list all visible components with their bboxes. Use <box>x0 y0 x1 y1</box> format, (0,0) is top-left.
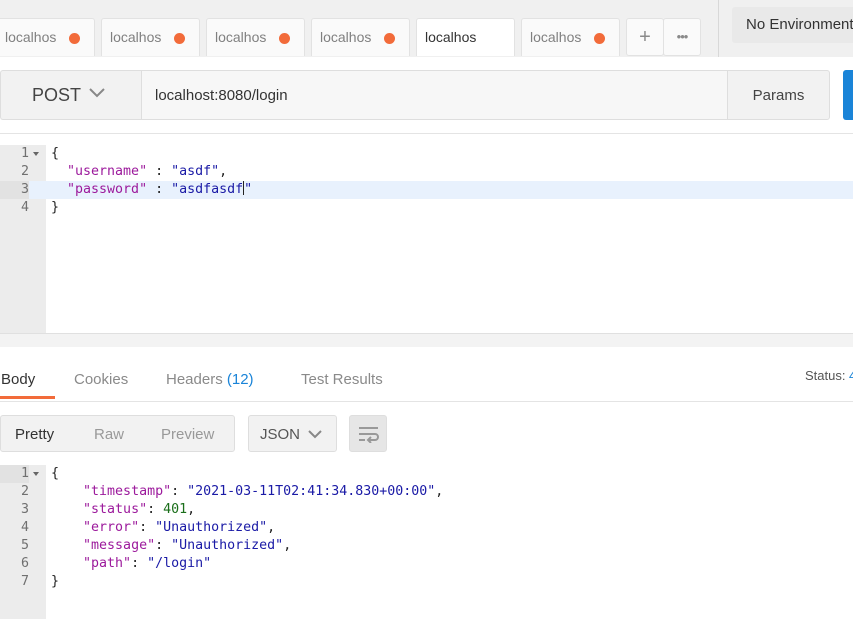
code-line-active: 3 "password" : "asdfasdf" <box>0 181 853 199</box>
pretty-button[interactable]: Pretty <box>15 426 54 443</box>
line-number: 1 <box>0 465 29 483</box>
request-tab-bar: localhos localhos localhos localhos loca… <box>0 0 853 57</box>
code-line: 5 "message": "Unauthorized", <box>0 537 853 555</box>
code-text: { <box>51 466 60 481</box>
tab-headers-label: Headers <box>166 371 223 388</box>
text-cursor <box>243 181 245 195</box>
code-line: 4 "error": "Unauthorized", <box>0 519 853 537</box>
code-text: { <box>51 146 60 161</box>
tab-test-results[interactable]: Test Results <box>301 371 383 388</box>
request-body-editor[interactable]: 1 { 2 "username" : "asdf", 3 "password" … <box>0 145 853 333</box>
request-tab[interactable]: localhos <box>101 18 200 56</box>
request-tab-label: localhos <box>530 29 582 45</box>
request-tab[interactable]: localhos <box>311 18 410 56</box>
code-line: 2 "timestamp": "2021-03-11T02:41:34.830+… <box>0 483 853 501</box>
fold-arrow-icon[interactable] <box>33 472 39 476</box>
fold-arrow-icon[interactable] <box>33 152 39 156</box>
request-tab-label: localhos <box>5 29 57 45</box>
response-view-group: Pretty Raw Preview <box>0 415 235 452</box>
code-text: "password" : "asdfasdf" <box>67 181 253 197</box>
unsaved-dot-icon <box>279 33 290 44</box>
code-text: "username" : "asdf", <box>67 164 228 179</box>
unsaved-dot-icon <box>594 33 605 44</box>
request-url-bar: POST localhost:8080/login Params <box>0 57 853 134</box>
unsaved-dot-icon <box>69 33 80 44</box>
line-number: 3 <box>0 181 29 199</box>
request-tab[interactable]: localhos <box>0 18 95 56</box>
pane-resize-divider[interactable] <box>0 333 853 347</box>
environment-selector[interactable]: No Environment <box>732 7 853 43</box>
chevron-down-icon <box>308 430 322 439</box>
format-dropdown[interactable]: JSON <box>248 415 337 452</box>
active-tab-indicator <box>0 396 55 399</box>
line-number: 7 <box>20 574 29 589</box>
unsaved-dot-icon <box>384 33 395 44</box>
line-number: 4 <box>20 520 29 535</box>
tab-body[interactable]: Body <box>1 371 35 388</box>
request-tab-active[interactable]: localhos <box>416 18 515 56</box>
send-button[interactable] <box>843 70 853 120</box>
method-dropdown[interactable]: POST <box>0 70 141 120</box>
line-number: 2 <box>20 164 29 179</box>
line-number: 3 <box>20 502 29 517</box>
preview-button[interactable]: Preview <box>161 426 214 443</box>
unsaved-dot-icon <box>174 33 185 44</box>
method-label: POST <box>32 85 82 105</box>
request-tab-label: localhos <box>320 29 372 45</box>
status-label: Status: <box>805 368 846 383</box>
code-line: 6 "path": "/login" <box>0 555 853 573</box>
headers-count-badge: (12) <box>226 371 254 388</box>
chevron-down-icon <box>89 88 105 98</box>
code-line: 4 } <box>0 199 853 217</box>
line-number: 1 <box>20 146 29 161</box>
wrap-lines-icon <box>359 427 379 443</box>
line-number: 4 <box>20 200 29 215</box>
more-tabs-ellipsis-icon[interactable]: ••• <box>663 18 701 56</box>
wrap-lines-button[interactable] <box>349 415 387 452</box>
line-number: 2 <box>20 484 29 499</box>
request-tab[interactable]: localhos <box>521 18 620 56</box>
code-text: "timestamp": "2021-03-11T02:41:34.830+00… <box>83 484 444 499</box>
code-text: "path": "/login" <box>83 556 212 571</box>
request-tab-label: localhos <box>215 29 267 45</box>
code-text: "status": 401, <box>83 502 196 517</box>
new-tab-plus-icon[interactable]: + <box>626 18 664 56</box>
status-value: 4 <box>849 368 853 383</box>
code-text: } <box>51 574 60 589</box>
code-line: 7 } <box>0 573 853 591</box>
tab-cookies[interactable]: Cookies <box>74 371 128 388</box>
url-input[interactable]: localhost:8080/login <box>141 70 728 120</box>
code-text: "message": "Unauthorized", <box>83 538 292 553</box>
code-text: "error": "Unauthorized", <box>83 520 276 535</box>
format-label: JSON <box>260 426 301 443</box>
request-tab[interactable]: localhos <box>206 18 305 56</box>
raw-button[interactable]: Raw <box>94 426 124 443</box>
response-tabs: Body Cookies Headers (12) Test Results S… <box>0 347 853 402</box>
line-number: 5 <box>20 538 29 553</box>
code-line: 1 { <box>0 465 853 483</box>
request-tab-label: localhos <box>425 29 477 45</box>
divider <box>718 0 719 57</box>
line-number: 6 <box>20 556 29 571</box>
code-line: 2 "username" : "asdf", <box>0 163 853 181</box>
code-line: 1 { <box>0 145 853 163</box>
params-button[interactable]: Params <box>727 70 830 120</box>
tab-headers[interactable]: Headers (12) <box>166 371 254 388</box>
request-tab-label: localhos <box>110 29 162 45</box>
response-body-viewer[interactable]: 1 { 2 "timestamp": "2021-03-11T02:41:34.… <box>0 465 853 619</box>
code-line: 3 "status": 401, <box>0 501 853 519</box>
code-text: } <box>51 200 60 215</box>
